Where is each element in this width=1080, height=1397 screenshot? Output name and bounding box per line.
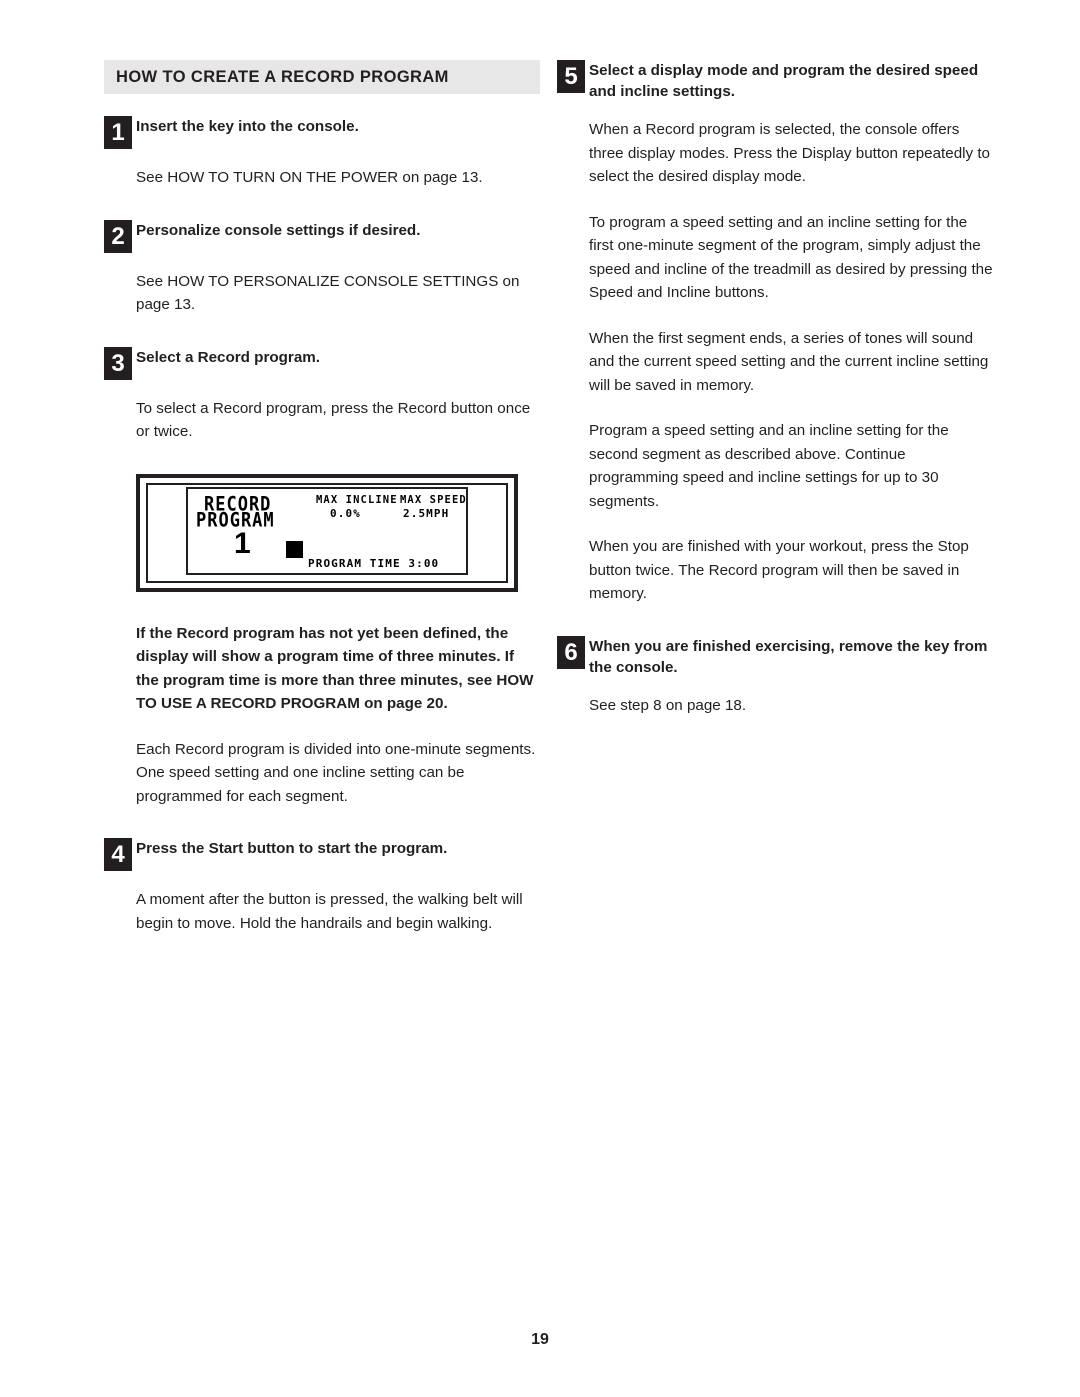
step-4: 4 Press the Start button to start the pr…: [104, 838, 540, 872]
step-title: Personalize console settings if desired.: [136, 221, 421, 239]
lcd-max-incline-label: MAX INCLINE: [316, 493, 398, 506]
step-number-badge: 5: [557, 60, 585, 93]
manual-page: HOW TO CREATE A RECORD PROGRAM 1 Insert …: [0, 0, 1080, 1397]
step-1: 1 Insert the key into the console.: [104, 116, 540, 150]
record-program-segments-note: Each Record program is divided into one-…: [136, 740, 536, 805]
step-5-paragraph-1: When a Record program is selected, the c…: [589, 121, 991, 185]
step-1-body: See HOW TO TURN ON THE POWER on page 13.: [136, 169, 483, 186]
step-number-badge: 3: [104, 346, 132, 380]
step-5-paragraph-2: To program a speed setting and an inclin…: [589, 213, 993, 302]
lcd-program-number: 1: [234, 526, 252, 560]
step-title: Select a display mode and program the de…: [589, 62, 979, 100]
step-title: Insert the key into the console.: [136, 118, 359, 135]
lcd-cursor-block: [286, 540, 303, 558]
step-number-badge: 6: [557, 635, 585, 669]
step-number-badge: 2: [104, 219, 132, 253]
step-2: 2 Personalize console settings if desire…: [104, 219, 540, 254]
console-display-illustration: RECORD PROGRAM 1 MAX INCLINE 0.0% MAX SP…: [136, 473, 518, 592]
page-number: 19: [531, 1331, 549, 1348]
step-title: Select a Record program.: [136, 348, 321, 366]
step-4-body: A moment after the button is pressed, th…: [136, 891, 523, 932]
step-number-badge: 1: [104, 116, 132, 149]
step-number-badge: 4: [104, 838, 132, 871]
step-2-body: See HOW TO PERSONALIZE CONSOLE SETTINGS …: [136, 272, 520, 314]
lcd-max-speed-value: 2.5MPH: [403, 506, 450, 520]
lcd-program-time: PROGRAM TIME 3:00: [308, 556, 440, 570]
step-5-paragraph-4: Program a speed setting and an incline s…: [589, 422, 949, 510]
step-3: 3 Select a Record program.: [104, 346, 540, 381]
lcd-max-incline-value: 0.0%: [330, 506, 361, 520]
step-5-paragraph-3: When the first segment ends, a series of…: [589, 329, 989, 394]
step-title: When you are finished exercising, remove…: [589, 637, 988, 676]
step-5-paragraph-5: When you are finished with your workout,…: [589, 538, 969, 602]
step-3-body: To select a Record program, press the Re…: [136, 399, 531, 441]
step-title: Press the Start button to start the prog…: [136, 840, 448, 857]
left-column: HOW TO CREATE A RECORD PROGRAM 1 Insert …: [104, 60, 540, 935]
lcd-max-speed-label: MAX SPEED: [400, 493, 467, 506]
section-header: HOW TO CREATE A RECORD PROGRAM: [104, 60, 540, 94]
record-program-note: If the Record program has not yet been d…: [136, 624, 534, 713]
right-column: 5 Select a display mode and program the …: [557, 60, 993, 717]
lcd-screen: RECORD PROGRAM 1 MAX INCLINE 0.0% MAX SP…: [186, 486, 468, 575]
step-5: 5 Select a display mode and program the …: [557, 60, 993, 102]
step-6-body: See step 8 on page 18.: [589, 696, 747, 714]
step-6: 6 When you are finished exercising, remo…: [557, 635, 993, 678]
